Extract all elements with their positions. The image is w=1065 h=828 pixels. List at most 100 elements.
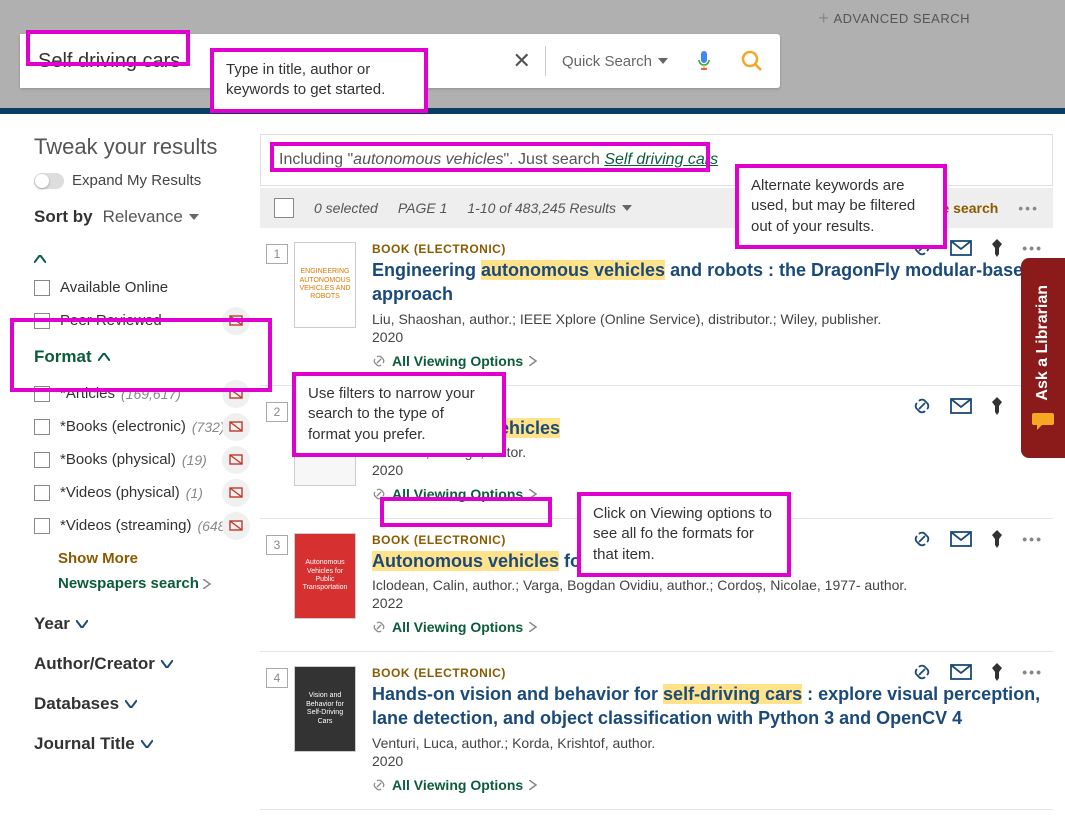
caret-down-icon (622, 205, 632, 211)
filter-peer-reviewed[interactable]: Peer Reviewed (34, 304, 244, 337)
result-year: 2020 (372, 462, 1043, 478)
more-icon[interactable]: ••• (1022, 664, 1043, 680)
result-year: 2022 (372, 595, 1043, 611)
viewing-options-link[interactable]: All Viewing Options (372, 486, 537, 502)
result-title-link[interactable]: Engineering autonomous vehicles and robo… (372, 258, 1043, 307)
result-title-link[interactable]: Hands-on vision and behavior for self-dr… (372, 682, 1043, 731)
result-thumbnail[interactable]: ENGINEERING AUTONOMOUS VEHICLES AND ROBO… (294, 242, 356, 328)
filter-label: Available Online (60, 279, 168, 296)
search-type-dropdown[interactable]: Quick Search (546, 53, 684, 70)
result-authors: Iclodean, Calin, author.; Varga, Bogdan … (372, 577, 1043, 593)
filter-available-online[interactable]: Available Online (34, 271, 244, 304)
exclude-icon[interactable] (222, 479, 250, 507)
email-icon[interactable] (950, 531, 972, 547)
top-bar: + ADVANCED SEARCH ✕ Quick Search Type in… (0, 0, 1065, 114)
viewing-options-link[interactable]: All Viewing Options (372, 619, 537, 635)
viewing-options-link[interactable]: All Viewing Options (372, 353, 537, 369)
result-thumbnail[interactable]: Autonomous Vehicles for Public Transport… (294, 533, 356, 619)
filter-format-3[interactable]: *Videos (physical) (1) (34, 476, 244, 509)
result-number: 2 (266, 402, 288, 422)
exclude-icon[interactable] (222, 446, 250, 474)
facet-label: Author/Creator (34, 654, 155, 674)
search-icon[interactable] (724, 49, 780, 73)
expand-results-toggle[interactable]: Expand My Results (34, 172, 244, 189)
checkbox-icon (34, 419, 50, 435)
auto-term: autonomous vehicles (353, 151, 503, 168)
result-authors: Venturi, Luca, author.; Korda, Krishtof,… (372, 735, 1043, 751)
chevron-right-icon (203, 579, 211, 589)
facet-heading-databases[interactable]: Databases (34, 684, 244, 724)
filter-format-0[interactable]: *Articles (169,617) (34, 377, 244, 410)
checkbox-icon (34, 313, 50, 329)
main: Tweak your results Expand My Results Sor… (0, 114, 1065, 810)
facet-heading-journal-title[interactable]: Journal Title (34, 724, 244, 764)
results-range-dropdown[interactable]: 1-10 of 483,245 Results (467, 200, 632, 216)
viewing-label: All Viewing Options (392, 486, 523, 502)
permalink-icon[interactable] (912, 529, 932, 549)
email-icon[interactable] (950, 398, 972, 414)
result-item-4: 4 Vision and Behavior for Self-Driving C… (260, 652, 1053, 810)
search-type-label: Quick Search (562, 53, 652, 70)
chevron-down-icon (141, 740, 153, 748)
filter-label: *Books (physical) (60, 451, 176, 468)
toggle-icon (34, 173, 64, 189)
exclude-icon[interactable] (222, 413, 250, 441)
facet-label: Format (34, 347, 92, 367)
link-icon (372, 487, 386, 501)
filter-count: (169,617) (121, 386, 181, 402)
filter-format-2[interactable]: *Books (physical) (19) (34, 443, 244, 476)
exclude-icon[interactable] (222, 307, 250, 335)
facet-heading-author-creator[interactable]: Author/Creator (34, 644, 244, 684)
facet-heading-year[interactable]: Year (34, 604, 244, 644)
permalink-icon[interactable] (912, 662, 932, 682)
ask-librarian-tab[interactable]: Ask a Librarian (1021, 258, 1065, 458)
newspapers-search-link[interactable]: Newspapers search (34, 571, 244, 604)
pin-icon[interactable] (990, 239, 1004, 257)
pin-icon[interactable] (990, 663, 1004, 681)
result-year: 2020 (372, 329, 1043, 345)
filter-collapse[interactable] (34, 247, 244, 271)
pin-icon[interactable] (990, 397, 1004, 415)
email-icon[interactable] (950, 240, 972, 256)
sort-by-row: Sort by Relevance (34, 207, 244, 227)
filter-format-1[interactable]: *Books (electronic) (732) (34, 410, 244, 443)
more-actions-icon[interactable]: ••• (1018, 200, 1039, 216)
viewing-options-link[interactable]: All Viewing Options (372, 777, 537, 793)
permalink-icon[interactable] (912, 396, 932, 416)
facet-format-heading[interactable]: Format (34, 337, 244, 377)
tweak-title: Tweak your results (34, 134, 244, 160)
filter-count: (732) (192, 419, 225, 435)
sidebar: Tweak your results Expand My Results Sor… (0, 114, 260, 810)
sort-by-label: Sort by (34, 207, 93, 227)
filter-label: *Articles (60, 385, 115, 402)
chevron-up-icon (98, 353, 110, 361)
link-icon (372, 778, 386, 792)
filter-format-4[interactable]: *Videos (streaming) (648) (34, 509, 244, 542)
chevron-right-icon (529, 780, 537, 790)
email-icon[interactable] (950, 664, 972, 680)
pin-icon[interactable] (990, 530, 1004, 548)
chevron-right-icon (529, 622, 537, 632)
result-thumbnail[interactable]: Vision and Behavior for Self-Driving Car… (294, 666, 356, 752)
result-year: 2020 (372, 753, 1043, 769)
exclude-icon[interactable] (222, 380, 250, 408)
sort-by-dropdown[interactable]: Relevance (103, 207, 199, 227)
result-number: 3 (266, 535, 288, 555)
show-more-link[interactable]: Show More (34, 542, 244, 571)
more-icon[interactable]: ••• (1022, 240, 1043, 256)
filter-count: (1) (186, 485, 203, 501)
expand-label: Expand My Results (72, 172, 201, 189)
range-text: 1-10 of 483,245 Results (467, 200, 616, 216)
select-all-checkbox[interactable] (274, 198, 294, 218)
more-icon[interactable]: ••• (1022, 531, 1043, 547)
facet-label: Databases (34, 694, 119, 714)
mic-icon[interactable] (684, 49, 724, 73)
result-item-1: 1 ENGINEERING AUTONOMOUS VEHICLES AND RO… (260, 228, 1053, 386)
clear-icon[interactable]: ✕ (499, 48, 545, 74)
filter-count: (19) (182, 452, 207, 468)
plus-icon: + (818, 8, 829, 29)
advanced-search-link[interactable]: + ADVANCED SEARCH (818, 8, 970, 29)
result-number: 1 (266, 244, 288, 264)
exclude-icon[interactable] (222, 512, 250, 540)
just-search-link[interactable]: Self driving cars (604, 151, 718, 168)
